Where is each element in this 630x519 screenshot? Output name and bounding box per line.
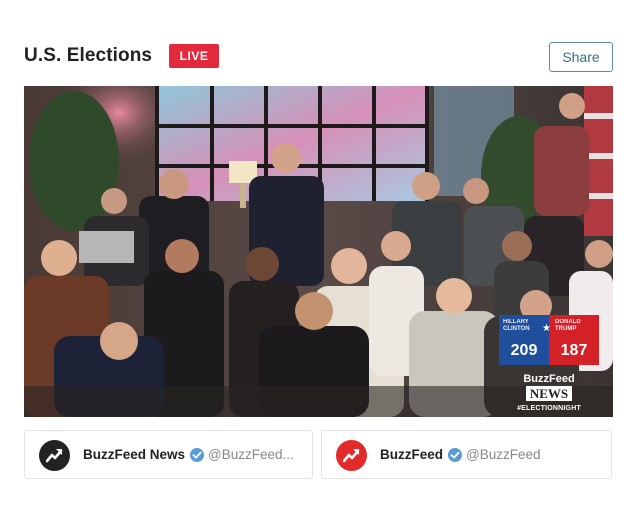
watermark-news: NEWS: [525, 386, 573, 401]
trump-score-panel: DONALD TRUMP 187: [549, 315, 599, 365]
live-video-player[interactable]: HILLARY CLINTON 209 ★ DONALD TRUMP 187 B…: [24, 86, 613, 417]
buzzfeed-news-watermark: BuzzFeed NEWS #ELECTIONNIGHT: [499, 373, 599, 412]
buzzfeed-news-avatar: [39, 440, 70, 471]
watermark-brand: BuzzFeed: [523, 373, 575, 385]
verified-badge-icon: [448, 447, 463, 462]
trending-arrow-icon: [46, 449, 63, 463]
account-name: BuzzFeed: [380, 447, 444, 462]
buzzfeed-avatar: [336, 440, 367, 471]
left-score: 209: [510, 342, 538, 359]
account-handle: @BuzzFeed...: [208, 447, 294, 462]
share-button[interactable]: Share: [549, 42, 613, 72]
watermark-hashtag: #ELECTIONNIGHT: [517, 405, 581, 412]
election-score-overlay: HILLARY CLINTON 209 ★ DONALD TRUMP 187 B…: [499, 315, 599, 412]
account-handle: @BuzzFeed: [466, 447, 541, 462]
right-score: 187: [560, 342, 588, 359]
page-header: U.S. Elections LIVE Share: [24, 41, 613, 73]
verified-badge-icon: [190, 447, 205, 462]
account-card-buzzfeed-news[interactable]: BuzzFeed News @BuzzFeed...: [24, 430, 313, 479]
account-name: BuzzFeed News: [83, 447, 186, 462]
live-badge: LIVE: [169, 44, 219, 68]
right-candidate-name: DONALD TRUMP: [555, 319, 581, 332]
trending-arrow-icon: [343, 449, 360, 463]
account-card-buzzfeed[interactable]: BuzzFeed @BuzzFeed: [321, 430, 612, 479]
star-icon: ★: [542, 323, 551, 334]
page-title: U.S. Elections: [24, 45, 153, 66]
